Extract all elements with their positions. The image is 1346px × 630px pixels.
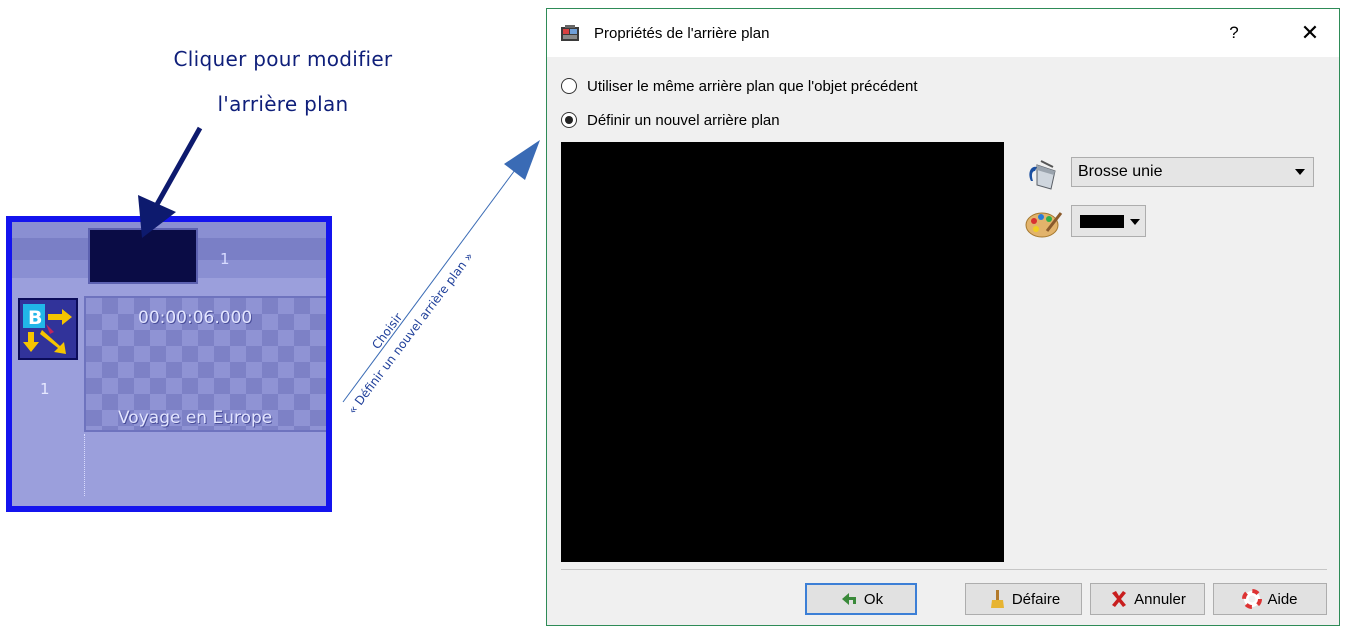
background-preview: [561, 142, 1004, 562]
app-icon: [561, 25, 579, 41]
dialog-title: Propriétés de l'arrière plan: [594, 25, 770, 42]
clip-title: Voyage en Europe: [118, 408, 273, 428]
title-bar[interactable]: Propriétés de l'arrière plan ? ✕: [547, 9, 1339, 57]
undo-button[interactable]: Défaire: [965, 583, 1082, 615]
radio-same-label: Utiliser le même arrière plan que l'obje…: [587, 77, 918, 95]
undo-label: Défaire: [1011, 590, 1061, 608]
ok-label: Ok: [863, 590, 884, 608]
ok-button[interactable]: Ok: [805, 583, 917, 615]
annotation-arrow-dark: [152, 126, 203, 210]
transition-icon[interactable]: B: [18, 298, 78, 360]
timeline-clip[interactable]: 00:00:06.000 Voyage en Europe: [84, 296, 326, 432]
lifebuoy-icon: [1242, 589, 1263, 609]
arrow-caption-definir: « Définir un nouvel arrière plan »: [345, 250, 476, 417]
radio-same-background[interactable]: Utiliser le même arrière plan que l'obje…: [561, 75, 918, 97]
color-picker-button[interactable]: [1071, 205, 1146, 237]
red-x-icon: [1109, 589, 1129, 609]
undo-arrow-icon: [839, 589, 859, 609]
chevron-down-icon: [1130, 219, 1140, 225]
timeline-side-number: 1: [40, 380, 50, 398]
background-properties-dialog: Propriétés de l'arrière plan ? ✕ Utilise…: [546, 8, 1340, 626]
chevron-down-icon: [1295, 169, 1305, 175]
separator: [561, 569, 1327, 570]
svg-text:B: B: [28, 307, 42, 329]
annotation-arrow-light: [342, 169, 516, 403]
radio-new-label: Définir un nouvel arrière plan: [587, 111, 780, 129]
arrow-caption-choisir: Choisir: [369, 310, 405, 351]
cancel-button[interactable]: Annuler: [1090, 583, 1205, 615]
palette-icon: [1025, 207, 1063, 239]
annotation-line-2: l'arrière plan: [217, 92, 349, 116]
brush-type-value: Brosse unie: [1078, 163, 1163, 180]
timeline-cursor-line: [84, 434, 85, 496]
annotation-line-1: Cliquer pour modifier: [173, 47, 393, 71]
color-swatch: [1080, 215, 1124, 228]
background-thumbnail[interactable]: [88, 228, 198, 284]
annotation-arrowhead-light: [504, 140, 540, 180]
close-button[interactable]: ✕: [1295, 19, 1325, 47]
brush-bucket-icon: [1025, 159, 1061, 191]
cancel-label: Annuler: [1134, 590, 1186, 608]
clip-time: 00:00:06.000: [138, 308, 253, 328]
radio-new-background[interactable]: Définir un nouvel arrière plan: [561, 109, 780, 131]
brush-type-select[interactable]: Brosse unie: [1071, 157, 1314, 187]
help-label: Aide: [1267, 590, 1298, 608]
help-button[interactable]: Aide: [1213, 583, 1327, 615]
timeline-panel: 1 B 1 00:00:06.000 Voyage en Europe: [6, 216, 332, 512]
broom-icon: [987, 589, 1007, 609]
radio-new-indicator[interactable]: [561, 112, 577, 128]
timeline-top-number: 1: [220, 250, 230, 268]
radio-same-indicator[interactable]: [561, 78, 577, 94]
help-title-button[interactable]: ?: [1219, 19, 1249, 47]
